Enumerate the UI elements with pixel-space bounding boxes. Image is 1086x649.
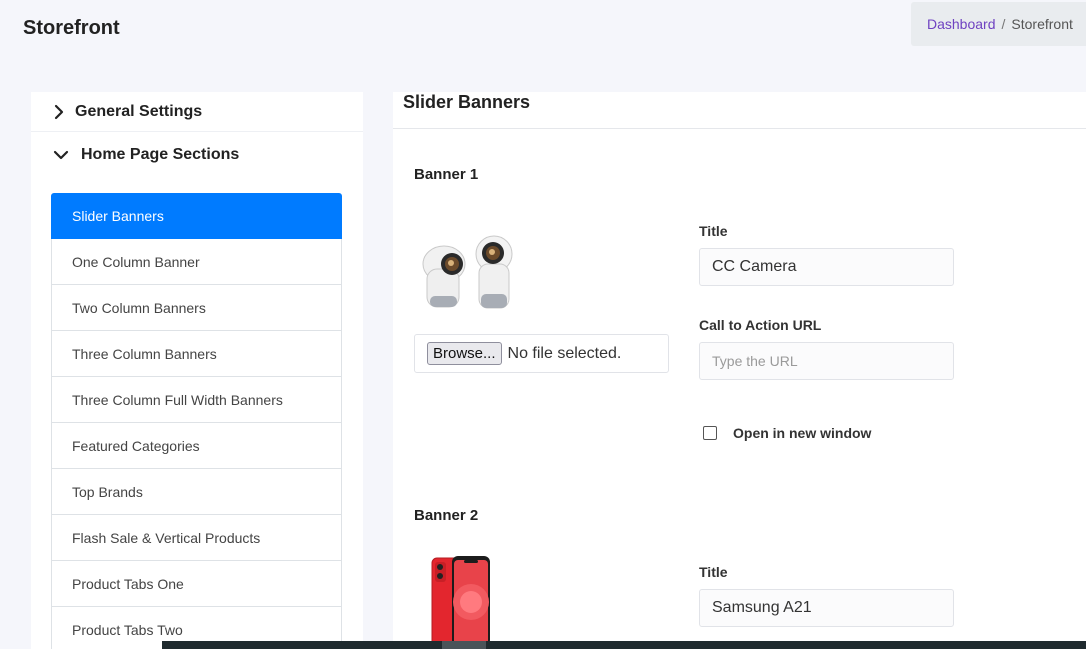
menu-item-product-tabs-one[interactable]: Product Tabs One [51, 561, 342, 607]
section-divider [393, 128, 1086, 129]
home-page-sections-label: Home Page Sections [81, 146, 240, 163]
menu-item-one-column-banner[interactable]: One Column Banner [51, 239, 342, 285]
breadcrumb: Dashboard / Storefront [911, 2, 1086, 46]
banner-1-image [422, 235, 513, 309]
section-title: Slider Banners [403, 92, 531, 112]
chevron-right-icon [54, 104, 64, 119]
home-page-sections-toggle[interactable]: Home Page Sections [31, 135, 363, 175]
banner-1-file-input: Browse... No file selected. [414, 334, 669, 373]
menu-item-three-column-full-width-banners[interactable]: Three Column Full Width Banners [51, 377, 342, 423]
menu-item-flash-sale-vertical-products[interactable]: Flash Sale & Vertical Products [51, 515, 342, 561]
banner-1-cta-url-input[interactable] [699, 342, 954, 380]
banner-2-title-label: Title [699, 564, 728, 580]
menu-item-three-column-banners[interactable]: Three Column Banners [51, 331, 342, 377]
banner-1-title-label: Title [699, 223, 728, 239]
banner-2-image [431, 556, 490, 646]
taskbar-segment [442, 641, 486, 649]
open-new-window-label: Open in new window [733, 425, 872, 441]
banner-1-cta-label: Call to Action URL [699, 317, 822, 333]
chevron-down-icon [53, 150, 69, 160]
breadcrumb-current: Storefront [1011, 16, 1073, 32]
page-title: Storefront [23, 17, 120, 39]
banner-1-title-input[interactable] [699, 248, 954, 286]
bottom-taskbar [162, 641, 1086, 649]
general-settings-label: General Settings [75, 102, 203, 120]
slider-banners-panel: Slider Banners Banner 1 Browse... No fil… [393, 92, 1086, 649]
open-new-window-checkbox[interactable] [703, 426, 717, 440]
banner-1-heading: Banner 1 [414, 166, 479, 183]
banner-2-title-input[interactable] [699, 589, 954, 627]
banner-2-heading: Banner 2 [414, 507, 479, 524]
menu-item-featured-categories[interactable]: Featured Categories [51, 423, 342, 469]
general-settings-toggle[interactable]: General Settings [31, 92, 363, 132]
menu-item-slider-banners[interactable]: Slider Banners [51, 193, 342, 239]
browse-button[interactable]: Browse... [427, 342, 502, 365]
open-new-window-option: Open in new window [703, 425, 871, 441]
home-sections-menu: Slider Banners One Column Banner Two Col… [51, 193, 342, 649]
settings-sidebar: General Settings Home Page Sections Slid… [31, 92, 363, 649]
breadcrumb-dashboard-link[interactable]: Dashboard [927, 16, 996, 32]
menu-item-top-brands[interactable]: Top Brands [51, 469, 342, 515]
file-status: No file selected. [507, 344, 622, 362]
menu-item-two-column-banners[interactable]: Two Column Banners [51, 285, 342, 331]
breadcrumb-separator: / [1001, 16, 1006, 32]
